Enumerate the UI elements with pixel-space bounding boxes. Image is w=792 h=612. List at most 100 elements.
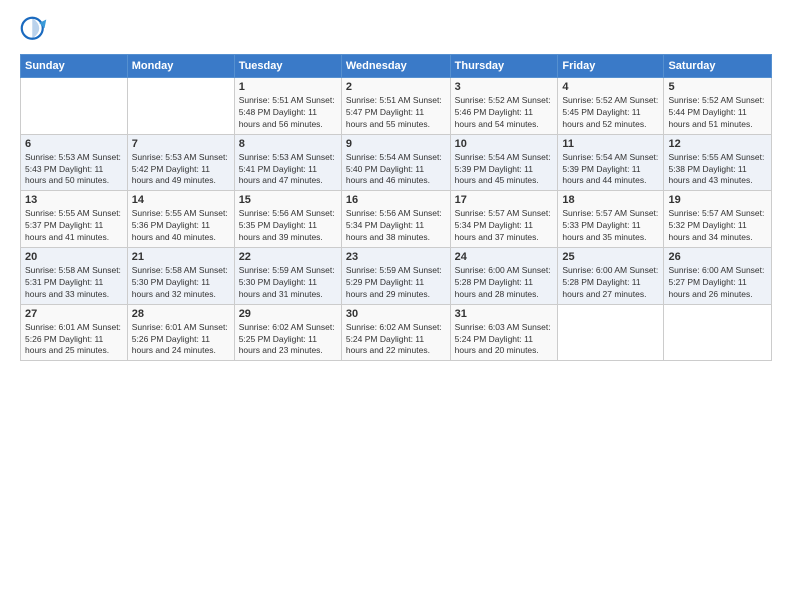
day-number: 5 [668, 81, 767, 93]
day-number: 4 [562, 81, 659, 93]
day-info: Sunrise: 5:54 AM Sunset: 5:39 PM Dayligh… [455, 152, 554, 188]
day-info: Sunrise: 6:00 AM Sunset: 5:27 PM Dayligh… [668, 265, 767, 301]
calendar-cell: 2Sunrise: 5:51 AM Sunset: 5:47 PM Daylig… [341, 78, 450, 135]
day-number: 29 [239, 308, 337, 320]
day-info: Sunrise: 5:53 AM Sunset: 5:42 PM Dayligh… [132, 152, 230, 188]
week-row: 20Sunrise: 5:58 AM Sunset: 5:31 PM Dayli… [21, 248, 772, 305]
calendar-cell: 12 Sunrise: 5:55 AM Sunset: 5:38 PM Dayli… [664, 134, 772, 191]
page-header [20, 16, 772, 44]
calendar-table: SundayMondayTuesdayWednesdayThursdayFrid… [20, 54, 772, 361]
day-number: 15 [239, 194, 337, 206]
calendar-cell: 15 Sunrise: 5:56 AM Sunset: 5:35 PM Dayli… [234, 191, 341, 248]
weekday-header: Monday [127, 55, 234, 78]
day-number: 11 [562, 138, 659, 150]
day-info: Sunrise: 5:59 AM Sunset: 5:30 PM Dayligh… [239, 265, 337, 301]
day-number: 16 [346, 194, 446, 206]
day-info: Sunrise: 5:52 AM Sunset: 5:44 PM Dayligh… [668, 95, 767, 131]
day-info: Sunrise: 6:01 AM Sunset: 5:26 PM Dayligh… [25, 322, 123, 358]
day-number: 17 [455, 194, 554, 206]
weekday-header: Wednesday [341, 55, 450, 78]
day-info: Sunrise: 5:57 AM Sunset: 5:32 PM Dayligh… [668, 208, 767, 244]
calendar-cell: 3 Sunrise: 5:52 AM Sunset: 5:46 PM Daylig… [450, 78, 558, 135]
day-info: Sunrise: 5:57 AM Sunset: 5:33 PM Dayligh… [562, 208, 659, 244]
weekday-header-row: SundayMondayTuesdayWednesdayThursdayFrid… [21, 55, 772, 78]
week-row: 1Sunrise: 5:51 AM Sunset: 5:48 PM Daylig… [21, 78, 772, 135]
day-info: Sunrise: 5:54 AM Sunset: 5:40 PM Dayligh… [346, 152, 446, 188]
logo-icon [20, 16, 48, 44]
calendar-cell: 22 Sunrise: 5:59 AM Sunset: 5:30 PM Dayli… [234, 248, 341, 305]
calendar-cell: 13 Sunrise: 5:55 AM Sunset: 5:37 PM Dayli… [21, 191, 128, 248]
day-number: 9 [346, 138, 446, 150]
weekday-header: Sunday [21, 55, 128, 78]
week-row: 27 Sunrise: 6:01 AM Sunset: 5:26 PM Dayli… [21, 304, 772, 361]
calendar-cell: 21 Sunrise: 5:58 AM Sunset: 5:30 PM Dayli… [127, 248, 234, 305]
day-number: 30 [346, 308, 446, 320]
day-number: 7 [132, 138, 230, 150]
day-info: Sunrise: 6:02 AM Sunset: 5:24 PM Dayligh… [346, 322, 446, 358]
day-number: 8 [239, 138, 337, 150]
calendar-cell: 10Sunrise: 5:54 AM Sunset: 5:39 PM Dayli… [450, 134, 558, 191]
day-info: Sunrise: 5:52 AM Sunset: 5:46 PM Dayligh… [455, 95, 554, 131]
week-row: 6 Sunrise: 5:53 AM Sunset: 5:43 PM Daylig… [21, 134, 772, 191]
weekday-header: Saturday [664, 55, 772, 78]
day-number: 1 [239, 81, 337, 93]
calendar-cell [127, 78, 234, 135]
weekday-header: Friday [558, 55, 664, 78]
calendar-cell: 27 Sunrise: 6:01 AM Sunset: 5:26 PM Dayli… [21, 304, 128, 361]
calendar-cell: 17 Sunrise: 5:57 AM Sunset: 5:34 PM Dayli… [450, 191, 558, 248]
calendar-cell: 16Sunrise: 5:56 AM Sunset: 5:34 PM Dayli… [341, 191, 450, 248]
weekday-header: Tuesday [234, 55, 341, 78]
day-info: Sunrise: 6:01 AM Sunset: 5:26 PM Dayligh… [132, 322, 230, 358]
calendar-cell: 9 Sunrise: 5:54 AM Sunset: 5:40 PM Daylig… [341, 134, 450, 191]
calendar-cell: 29Sunrise: 6:02 AM Sunset: 5:25 PM Dayli… [234, 304, 341, 361]
day-number: 12 [668, 138, 767, 150]
day-number: 28 [132, 308, 230, 320]
day-info: Sunrise: 5:55 AM Sunset: 5:37 PM Dayligh… [25, 208, 123, 244]
day-number: 31 [455, 308, 554, 320]
day-info: Sunrise: 5:54 AM Sunset: 5:39 PM Dayligh… [562, 152, 659, 188]
day-info: Sunrise: 6:00 AM Sunset: 5:28 PM Dayligh… [455, 265, 554, 301]
day-info: Sunrise: 5:57 AM Sunset: 5:34 PM Dayligh… [455, 208, 554, 244]
day-number: 13 [25, 194, 123, 206]
calendar-cell: 23 Sunrise: 5:59 AM Sunset: 5:29 PM Dayli… [341, 248, 450, 305]
day-number: 23 [346, 251, 446, 263]
calendar-page: SundayMondayTuesdayWednesdayThursdayFrid… [0, 0, 792, 612]
day-info: Sunrise: 5:59 AM Sunset: 5:29 PM Dayligh… [346, 265, 446, 301]
day-info: Sunrise: 5:53 AM Sunset: 5:41 PM Dayligh… [239, 152, 337, 188]
day-number: 18 [562, 194, 659, 206]
day-info: Sunrise: 5:55 AM Sunset: 5:38 PM Dayligh… [668, 152, 767, 188]
day-number: 6 [25, 138, 123, 150]
calendar-cell [664, 304, 772, 361]
calendar-cell: 8 Sunrise: 5:53 AM Sunset: 5:41 PM Daylig… [234, 134, 341, 191]
day-info: Sunrise: 5:52 AM Sunset: 5:45 PM Dayligh… [562, 95, 659, 131]
day-info: Sunrise: 5:51 AM Sunset: 5:47 PM Dayligh… [346, 95, 446, 131]
day-number: 22 [239, 251, 337, 263]
calendar-cell: 14 Sunrise: 5:55 AM Sunset: 5:36 PM Dayli… [127, 191, 234, 248]
calendar-cell: 26 Sunrise: 6:00 AM Sunset: 5:27 PM Dayli… [664, 248, 772, 305]
day-number: 27 [25, 308, 123, 320]
calendar-cell: 24 Sunrise: 6:00 AM Sunset: 5:28 PM Dayli… [450, 248, 558, 305]
day-number: 26 [668, 251, 767, 263]
day-info: Sunrise: 5:58 AM Sunset: 5:30 PM Dayligh… [132, 265, 230, 301]
weekday-header: Thursday [450, 55, 558, 78]
day-number: 24 [455, 251, 554, 263]
logo [20, 16, 52, 44]
day-info: Sunrise: 5:53 AM Sunset: 5:43 PM Dayligh… [25, 152, 123, 188]
day-number: 3 [455, 81, 554, 93]
calendar-cell: 25Sunrise: 6:00 AM Sunset: 5:28 PM Dayli… [558, 248, 664, 305]
calendar-cell: 1Sunrise: 5:51 AM Sunset: 5:48 PM Daylig… [234, 78, 341, 135]
day-info: Sunrise: 6:00 AM Sunset: 5:28 PM Dayligh… [562, 265, 659, 301]
calendar-cell: 4 Sunrise: 5:52 AM Sunset: 5:45 PM Daylig… [558, 78, 664, 135]
calendar-cell: 20Sunrise: 5:58 AM Sunset: 5:31 PM Dayli… [21, 248, 128, 305]
day-info: Sunrise: 5:58 AM Sunset: 5:31 PM Dayligh… [25, 265, 123, 301]
week-row: 13 Sunrise: 5:55 AM Sunset: 5:37 PM Dayli… [21, 191, 772, 248]
calendar-cell [21, 78, 128, 135]
calendar-cell: 18 Sunrise: 5:57 AM Sunset: 5:33 PM Dayli… [558, 191, 664, 248]
day-number: 14 [132, 194, 230, 206]
calendar-cell: 5 Sunrise: 5:52 AM Sunset: 5:44 PM Daylig… [664, 78, 772, 135]
day-info: Sunrise: 5:55 AM Sunset: 5:36 PM Dayligh… [132, 208, 230, 244]
calendar-cell: 30 Sunrise: 6:02 AM Sunset: 5:24 PM Dayli… [341, 304, 450, 361]
day-number: 21 [132, 251, 230, 263]
day-info: Sunrise: 6:03 AM Sunset: 5:24 PM Dayligh… [455, 322, 554, 358]
day-info: Sunrise: 5:56 AM Sunset: 5:35 PM Dayligh… [239, 208, 337, 244]
